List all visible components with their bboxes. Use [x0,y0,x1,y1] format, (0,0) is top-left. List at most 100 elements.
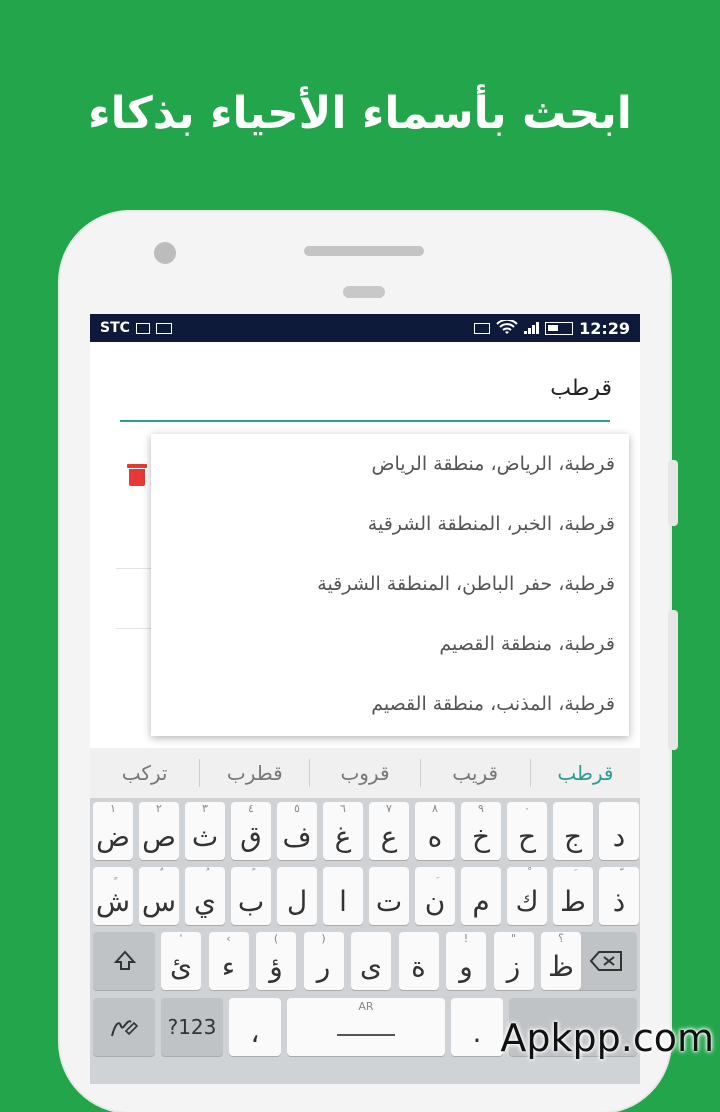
space-key-hint: AR [358,1000,374,1013]
handwriting-key[interactable] [93,998,155,1056]
key-hint: ً [231,868,271,880]
search-input[interactable] [120,376,614,400]
key-ن[interactable]: ِن [415,867,455,925]
autocomplete-dropdown: قرطبة، الرياض، منطقة الرياض قرطبة، الخبر… [151,434,629,736]
key-ب[interactable]: ًب [231,867,271,925]
key-hint: ُ [185,868,225,880]
key-label: د [612,820,626,853]
numbers-key-label: ?123 [167,1015,217,1039]
key-خ[interactable]: ٩خ [461,802,501,860]
key-و[interactable]: ! و [446,932,486,990]
key-ث[interactable]: ٣ث [185,802,225,860]
key-hint: ِ [415,868,455,880]
trash-icon[interactable] [127,464,147,486]
phone-frame: STC 12:29 قرطب ة ، الر [60,212,678,1112]
key-hint: ٢ [156,802,162,815]
battery-icon [545,321,574,335]
key-label: ا [339,885,347,918]
autocomplete-item[interactable]: قرطبة، الخبر، المنطقة الشرقية [151,494,629,554]
key-hint: " [510,932,517,945]
key-label: ت [375,885,403,918]
autocomplete-item[interactable]: قرطبة، الرياض، منطقة الرياض [151,434,629,494]
key-ف[interactable]: ٥ف [277,802,317,860]
key-ظ[interactable]: ؟ ظ [541,932,581,990]
period-key[interactable]: . [451,998,503,1056]
gallery-notification-icon [135,322,150,334]
key-ئ[interactable]: ' ئ [161,932,201,990]
key-label: ل [286,885,308,918]
key-ة[interactable]: ة [398,932,439,990]
key-hint: ! [463,932,469,945]
key-ز[interactable]: " ز [493,932,534,990]
wifi-icon [496,320,518,334]
key-ح[interactable]: ٠ح [507,802,547,860]
key-label: ر [316,950,331,983]
key-د[interactable]: د [599,802,639,860]
key-label: ن [424,885,446,918]
key-label: ق [240,820,262,853]
key-ؤ[interactable]: (ؤ [256,932,296,990]
key-ض[interactable]: ١ض [93,802,133,860]
suggestion-item[interactable]: قطرب [199,759,309,787]
key-hint: ٩ [478,802,484,815]
period-key-label: . [472,1016,482,1049]
key-ء[interactable]: ‹ ء [208,932,249,990]
key-ت[interactable]: ت [369,867,409,925]
front-camera [154,242,176,264]
space-key[interactable]: AR [287,998,445,1056]
key-ل[interactable]: ل [277,867,317,925]
key-label: ز [506,950,521,983]
signal-icon [524,322,540,334]
key-label: ه [427,820,443,853]
clock: 12:29 [579,318,630,338]
backspace-icon [589,951,622,971]
autocomplete-item[interactable]: قرطبة، المذنب، منطقة القصيم [151,674,629,734]
key-ش[interactable]: ٍش [93,867,133,925]
volume-button [668,460,678,526]
key-hint: ‹ [226,932,231,945]
numbers-key[interactable]: ?123 [161,998,223,1056]
key-ى[interactable]: ى [351,932,391,990]
key-hint: ٣ [202,802,208,815]
key-ا[interactable]: ا [323,867,363,925]
key-ص[interactable]: ٢ص [139,802,179,860]
watermark: Apkpp.com [500,1016,714,1060]
key-label: ث [191,820,219,853]
key-م[interactable]: م [461,867,501,925]
key-label: س [141,885,177,918]
key-ر[interactable]: ) ر [303,932,344,990]
suggestion-item[interactable]: قرطب [529,759,640,787]
autocomplete-item[interactable]: قرطبة، حفر الباطن، المنطقة الشرقية [151,554,629,614]
keyboard-suggestion-bar: قرطب قريب قروب قطرب تركب [90,748,640,798]
key-ذ[interactable]: ّذ [599,867,639,925]
key-ط[interactable]: َط [553,867,593,925]
key-label: ي [194,885,216,918]
autocomplete-item[interactable]: قرطبة، منطقة القصيم [151,614,629,674]
key-hint: ' [179,932,183,945]
key-label: ظ [548,950,574,983]
key-hint: ٧ [386,802,392,815]
key-ك[interactable]: ْك [507,867,547,925]
earpiece-speaker [304,246,424,256]
suggestion-item[interactable]: قروب [309,759,419,787]
key-ه[interactable]: ٨ه [415,802,455,860]
screen-notification-icon [155,322,172,334]
shift-key[interactable] [93,932,155,990]
key-label: ؤ [269,950,283,983]
suggestion-item[interactable]: تركب [90,759,199,787]
key-ي[interactable]: ُي [185,867,225,925]
key-label: ك [515,885,539,918]
comma-key-label: ، [250,1016,260,1049]
shift-icon [113,950,137,970]
suggestion-item[interactable]: قريب [419,759,530,787]
status-bar: STC 12:29 [90,314,640,342]
backspace-key[interactable] [575,932,637,990]
key-ع[interactable]: ٧ع [369,802,409,860]
space-bar-line [337,1034,395,1036]
key-label: ء [221,950,236,983]
key-س[interactable]: ٌس [139,867,179,925]
key-غ[interactable]: ٦غ [323,802,363,860]
key-ق[interactable]: ٤ق [231,802,271,860]
key-ج[interactable]: ج [553,802,593,860]
comma-key[interactable]: ، [229,998,281,1056]
